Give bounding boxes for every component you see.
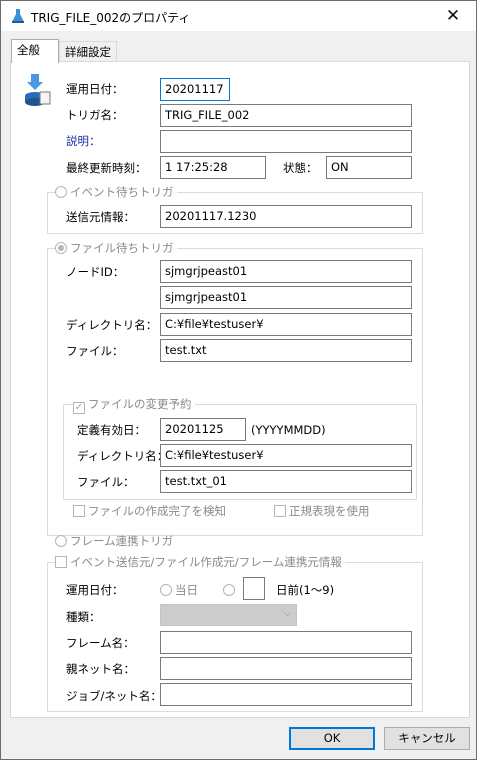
frame-trigger-radio[interactable]: フレーム連携トリガ xyxy=(55,534,173,548)
change-reservation-title: ファイルの変更予約 xyxy=(88,397,192,411)
detect-complete-check-box xyxy=(73,505,85,517)
tab-advanced-label: 詳細設定 xyxy=(65,45,111,59)
frame-trigger-radio-circle xyxy=(55,535,67,547)
operation-date-field[interactable]: 20201117 xyxy=(160,78,230,101)
reservation-file-label: ファイル： xyxy=(77,475,135,489)
title-bar: TRIG_FILE_002のプロパティ ✕ xyxy=(1,1,476,31)
state-field: ON xyxy=(326,156,412,179)
today-radio-circle xyxy=(160,584,172,596)
description-label: 説明： xyxy=(66,134,101,148)
operation-date-label: 運用日付： xyxy=(66,82,124,96)
last-updated-field: 1 17:25:28 xyxy=(160,156,266,179)
frame-name-field[interactable] xyxy=(160,631,412,654)
reservation-directory-label: ディレクトリ名： xyxy=(77,449,169,463)
last-updated-label: 最終更新時刻： xyxy=(66,161,147,175)
use-regex-label: 正規表現を使用 xyxy=(289,504,370,518)
trigger-name-field[interactable]: TRIG_FILE_002 xyxy=(160,104,412,127)
node-id-field[interactable]: sjmgrjpeast01 xyxy=(160,260,412,283)
change-reservation-checkbox[interactable]: ✓ ファイルの変更予約 xyxy=(73,397,195,414)
reservation-file-field[interactable]: test.txt_01 xyxy=(160,470,412,493)
trigger-app-icon xyxy=(12,9,24,23)
event-source-checkbox[interactable]: イベント送信元/ファイル作成元/フレーム連携元情報 xyxy=(55,555,345,569)
today-label: 当日 xyxy=(175,583,198,597)
directory-field[interactable]: C:¥file¥testuser¥ xyxy=(160,313,412,336)
type-label: 種類： xyxy=(66,610,101,624)
effective-date-format-hint: (YYYYMMDD) xyxy=(251,423,326,437)
sender-info-label: 送信元情報： xyxy=(66,210,135,224)
chevron-down-icon: ⌵ xyxy=(284,609,291,619)
node-id-label: ノードID： xyxy=(66,265,125,279)
frame-trigger-title: フレーム連携トリガ xyxy=(70,534,174,548)
ok-button[interactable]: OK xyxy=(289,727,375,750)
parent-net-label: 親ネット名： xyxy=(66,662,135,676)
state-label: 状態： xyxy=(283,161,318,175)
type-dropdown[interactable]: ⌵ xyxy=(160,604,297,626)
description-field[interactable] xyxy=(160,130,412,153)
frame-name-label: フレーム名： xyxy=(66,636,135,650)
close-icon: ✕ xyxy=(445,6,461,26)
job-net-label: ジョブ/ネット名： xyxy=(66,689,162,703)
use-regex-check-box xyxy=(274,505,286,517)
close-button[interactable]: ✕ xyxy=(430,1,476,31)
file-trigger-radio[interactable]: ファイル待ちトリガ xyxy=(55,241,177,255)
file-field[interactable]: test.txt xyxy=(160,339,412,362)
file-trigger-icon xyxy=(25,74,51,106)
use-regex-checkbox[interactable]: 正規表現を使用 xyxy=(274,504,370,518)
event-trigger-radio-circle xyxy=(55,186,67,198)
window-title: TRIG_FILE_002のプロパティ xyxy=(31,11,191,25)
detect-complete-checkbox[interactable]: ファイルの作成完了を検知 xyxy=(73,504,226,518)
sender-info-field[interactable]: 20201117.1230 xyxy=(160,205,412,228)
file-trigger-radio-circle xyxy=(55,242,67,254)
parent-net-field[interactable] xyxy=(160,657,412,680)
effective-date-field[interactable]: 20201125 xyxy=(160,418,246,441)
properties-dialog: TRIG_FILE_002のプロパティ ✕ 全般 詳細設定 運用日付： 2020… xyxy=(0,0,477,760)
file-trigger-title: ファイル待ちトリガ xyxy=(70,241,174,255)
directory-label: ディレクトリ名： xyxy=(66,318,158,332)
file-label: ファイル： xyxy=(66,344,124,358)
node-id-field-secondary[interactable]: sjmgrjpeast01 xyxy=(160,286,412,309)
tab-advanced[interactable]: 詳細設定 xyxy=(59,41,117,63)
days-before-field[interactable] xyxy=(243,577,265,600)
source-operation-date-label: 運用日付： xyxy=(66,583,124,597)
tab-general-label: 全般 xyxy=(17,43,40,57)
effective-date-label: 定義有効日： xyxy=(77,423,146,437)
tab-general[interactable]: 全般 xyxy=(11,39,59,63)
job-net-field[interactable] xyxy=(160,683,412,706)
today-radio[interactable]: 当日 xyxy=(160,583,198,597)
general-tab-panel: 運用日付： 20201117 トリガ名： TRIG_FILE_002 説明： 最… xyxy=(10,61,470,718)
detect-complete-label: ファイルの作成完了を検知 xyxy=(88,504,226,518)
trigger-name-label: トリガ名： xyxy=(66,108,124,122)
event-trigger-radio[interactable]: イベント待ちトリガ xyxy=(55,185,177,199)
event-source-check-box xyxy=(55,556,67,568)
reservation-directory-field[interactable]: C:¥file¥testuser¥ xyxy=(160,444,412,467)
change-reservation-check-icon: ✓ xyxy=(73,402,85,414)
event-source-title: イベント送信元/ファイル作成元/フレーム連携元情報 xyxy=(70,555,342,569)
event-trigger-title: イベント待ちトリガ xyxy=(70,185,174,199)
cancel-button[interactable]: キャンセル xyxy=(384,727,470,750)
days-before-radio[interactable] xyxy=(223,584,235,596)
days-before-label: 日前(1〜9) xyxy=(276,583,335,597)
